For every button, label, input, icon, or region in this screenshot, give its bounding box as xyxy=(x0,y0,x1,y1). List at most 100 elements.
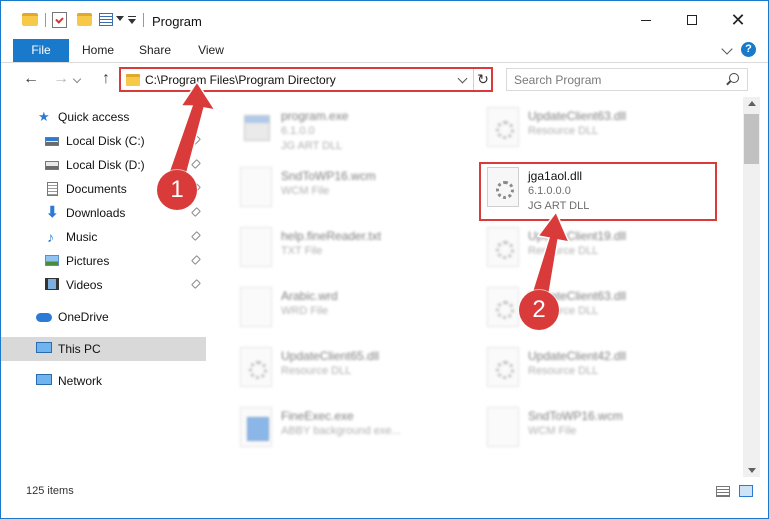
pin-icon[interactable] xyxy=(191,231,201,241)
customize-toolbar-icon[interactable] xyxy=(128,16,136,24)
pin-icon[interactable] xyxy=(191,159,201,169)
vertical-scrollbar[interactable] xyxy=(743,97,760,477)
file-icon xyxy=(240,227,272,267)
list-item[interactable]: UpdateClient65.dll Resource DLL xyxy=(220,343,460,401)
pictures-icon xyxy=(45,255,59,266)
drive-d-icon xyxy=(45,161,59,170)
selection-highlight xyxy=(479,162,717,221)
toolbar-separator xyxy=(143,13,144,27)
sidebar-item-network[interactable]: Network xyxy=(1,369,206,393)
file-type: Resource DLL xyxy=(528,365,599,377)
list-item[interactable]: help.fineReader.txt TXT File xyxy=(220,223,460,281)
file-description: JG ART DLL xyxy=(281,140,343,152)
videos-icon xyxy=(45,278,59,290)
list-item[interactable]: SndToWP16.wcm WCM File xyxy=(220,163,460,221)
minimize-icon xyxy=(641,19,651,21)
file-icon xyxy=(240,287,272,327)
scroll-down-icon[interactable] xyxy=(748,468,756,473)
sidebar-item-label: Documents xyxy=(66,182,127,196)
details-view-icon[interactable] xyxy=(716,486,730,497)
file-name: UpdateClient63.dll xyxy=(528,109,627,123)
view-options-icon[interactable] xyxy=(99,13,113,26)
search-icon[interactable] xyxy=(729,73,739,83)
tab-file[interactable]: File xyxy=(13,39,69,62)
sidebar-item-local-disk-c[interactable]: Local Disk (C:) xyxy=(1,129,206,153)
title-bar: Program ✕ xyxy=(1,1,768,39)
address-path[interactable]: C:\Program Files\Program Directory xyxy=(145,73,336,87)
item-count: 125 items xyxy=(26,485,74,497)
pin-icon[interactable] xyxy=(191,255,201,265)
up-button[interactable]: ↑ xyxy=(97,70,115,88)
list-item[interactable]: Arabic.wrd WRD File xyxy=(220,283,460,341)
music-icon: ♪ xyxy=(47,229,54,245)
list-item[interactable]: UpdateClient63.dll Resource DLL xyxy=(467,103,707,161)
this-pc-icon xyxy=(36,342,52,353)
search-input[interactable]: Search Program xyxy=(506,68,748,91)
file-icon xyxy=(487,407,519,447)
sidebar-item-label: Local Disk (C:) xyxy=(66,134,145,148)
scroll-up-icon[interactable] xyxy=(748,101,756,106)
pin-icon[interactable] xyxy=(191,135,201,145)
file-name: UpdateClient65.dll xyxy=(281,349,380,363)
file-version: 6.1.0.0 xyxy=(281,125,315,137)
drive-c-icon xyxy=(45,137,59,146)
list-item[interactable]: UpdateClient63.dll Resource DLL xyxy=(467,283,707,341)
chevron-down-icon[interactable] xyxy=(116,16,124,21)
recent-locations-icon[interactable] xyxy=(72,74,82,84)
file-type: WCM File xyxy=(281,185,330,197)
exe-icon xyxy=(240,107,272,147)
tab-home[interactable]: Home xyxy=(74,39,122,62)
step-1-badge: 1 xyxy=(157,170,197,210)
close-button[interactable]: ✕ xyxy=(715,1,761,39)
list-item[interactable]: program.exe 6.1.0.0 JG ART DLL xyxy=(220,103,460,161)
refresh-icon[interactable]: ↻ xyxy=(475,70,491,88)
window-title: Program xyxy=(152,14,202,29)
address-bar[interactable]: C:\Program Files\Program Directory ↻ xyxy=(119,67,493,92)
sidebar-item-label: Downloads xyxy=(66,206,126,220)
large-icons-view-icon[interactable] xyxy=(739,485,753,497)
documents-icon xyxy=(47,182,58,196)
sidebar-item-quick-access[interactable]: ★ Quick access xyxy=(1,105,206,129)
step-2-badge: 2 xyxy=(519,290,559,330)
sidebar-item-pictures[interactable]: Pictures xyxy=(1,249,206,273)
properties-icon[interactable] xyxy=(52,12,67,28)
sidebar-item-label: Music xyxy=(66,230,98,244)
dll-icon xyxy=(240,347,272,387)
file-name: program.exe xyxy=(281,109,349,123)
onedrive-icon xyxy=(36,313,52,322)
file-icon xyxy=(240,167,272,207)
list-item[interactable]: FineExec.exe ABBY background exe... xyxy=(220,403,460,461)
file-type: WCM File xyxy=(528,425,577,437)
downloads-icon: ⬇ xyxy=(46,204,59,221)
sidebar-item-music[interactable]: ♪ Music xyxy=(1,225,206,249)
tab-view[interactable]: View xyxy=(187,39,235,62)
scroll-thumb[interactable] xyxy=(744,114,759,164)
folder-icon xyxy=(22,13,38,26)
minimize-button[interactable] xyxy=(623,1,669,39)
chevron-down-icon[interactable] xyxy=(457,73,468,84)
sidebar-item-videos[interactable]: Videos xyxy=(1,273,206,297)
sidebar-item-onedrive[interactable]: OneDrive xyxy=(1,305,206,329)
pin-icon[interactable] xyxy=(191,207,201,217)
sidebar-item-label: Videos xyxy=(66,278,103,292)
sidebar-item-this-pc[interactable]: This PC xyxy=(1,337,206,361)
expand-ribbon-icon[interactable] xyxy=(721,43,733,55)
app-icon xyxy=(240,407,272,447)
pin-icon[interactable] xyxy=(191,279,201,289)
maximize-button[interactable] xyxy=(669,1,715,39)
file-name: SndToWP16.wcm xyxy=(281,169,376,183)
folder-icon xyxy=(126,74,140,86)
file-name: Arabic.wrd xyxy=(281,289,338,303)
help-icon[interactable]: ? xyxy=(741,42,756,57)
tab-share[interactable]: Share xyxy=(131,39,179,62)
back-button[interactable]: ← xyxy=(22,70,40,88)
status-bar: 125 items xyxy=(1,479,768,503)
forward-button[interactable]: → xyxy=(52,70,70,88)
dll-icon xyxy=(487,287,519,327)
list-item[interactable]: UpdateClient19.dll Resource DLL xyxy=(467,223,707,281)
new-folder-icon[interactable] xyxy=(77,13,92,26)
sidebar-item-label: Local Disk (D:) xyxy=(66,158,145,172)
sidebar-item-label: This PC xyxy=(58,342,101,356)
list-item[interactable]: SndToWP16.wcm WCM File xyxy=(467,403,707,461)
list-item[interactable]: UpdateClient42.dll Resource DLL xyxy=(467,343,707,401)
